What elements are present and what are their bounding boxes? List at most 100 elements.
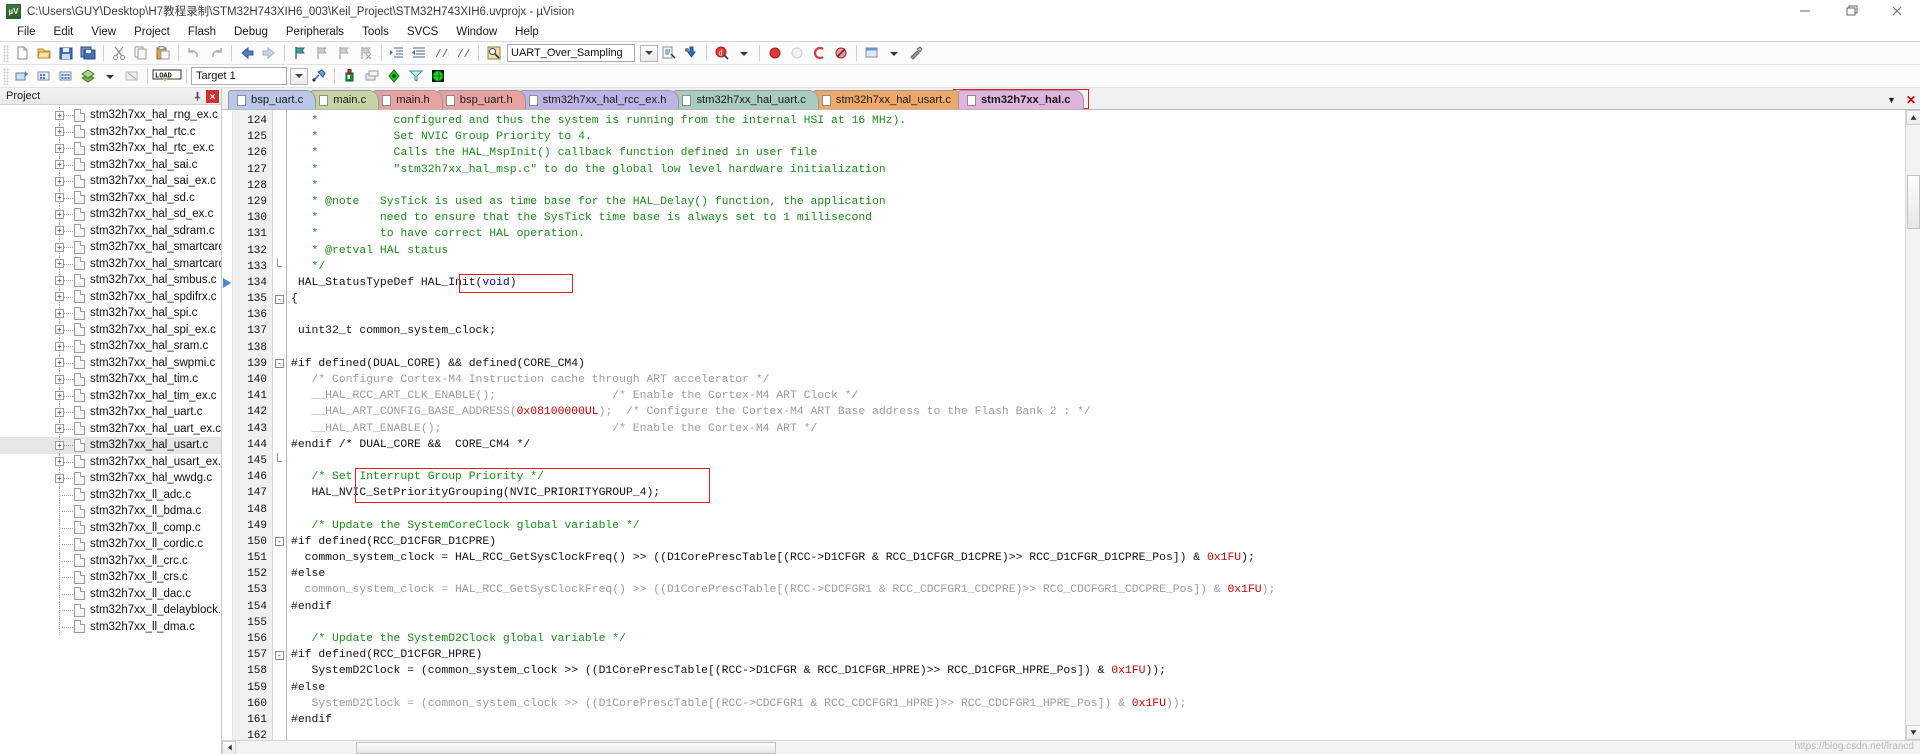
tab-close-icon[interactable]: ✕ [1906, 93, 1916, 107]
vertical-scrollbar[interactable] [1905, 110, 1920, 740]
code-line[interactable]: /* Configure Cortex-M4 Instruction cache… [291, 372, 1905, 388]
code-line[interactable]: __HAL_RCC_ART_CLK_ENABLE(); /* Enable th… [291, 388, 1905, 404]
code-line[interactable]: #if defined(DUAL_CORE) && defined(CORE_C… [291, 356, 1905, 372]
tree-item[interactable]: + stm32h7xx_hal_rtc_ex.c [0, 140, 221, 157]
uncomment-icon[interactable]: //≢ [452, 43, 474, 64]
undo-icon[interactable] [183, 43, 205, 64]
tree-item[interactable]: + stm32h7xx_hal_spdifrx.c [0, 288, 221, 305]
code-line[interactable]: __HAL_ART_ENABLE(); /* Enable the Cortex… [291, 421, 1905, 437]
code-line[interactable]: * need to ensure that the SysTick time b… [291, 210, 1905, 226]
window-layout-icon[interactable] [861, 43, 883, 64]
batch-build-icon[interactable] [77, 66, 99, 87]
code-line[interactable] [291, 615, 1905, 631]
disabled-breakpoint-icon[interactable] [786, 43, 808, 64]
fold-collapse-icon[interactable]: - [275, 650, 284, 660]
tree-expand-icon[interactable]: + [55, 341, 64, 351]
tree-expand-icon[interactable]: + [55, 457, 64, 467]
code-line[interactable] [291, 340, 1905, 356]
tree-expand-icon[interactable]: + [55, 259, 64, 269]
menu-debug[interactable]: Debug [225, 24, 277, 40]
new-file-icon[interactable] [11, 43, 33, 64]
tree-item[interactable]: + stm32h7xx_hal_smbus.c [0, 272, 221, 289]
code-line[interactable] [291, 502, 1905, 518]
menu-project[interactable]: Project [125, 24, 179, 40]
code-line[interactable]: * Calls the HAL_MspInit() callback funct… [291, 145, 1905, 161]
tree-expand-icon[interactable]: + [55, 242, 64, 252]
tree-item[interactable]: + stm32h7xx_hal_usart_ex.c [0, 453, 221, 470]
tree-expand-icon[interactable]: + [55, 209, 64, 219]
tree-expand-icon[interactable]: + [55, 176, 64, 186]
manage-project-items-icon[interactable] [308, 66, 330, 87]
tree-item[interactable]: stm32h7xx_ll_comp.c [0, 519, 221, 536]
tree-item[interactable]: stm32h7xx_ll_crs.c [0, 569, 221, 586]
tree-expand-icon[interactable]: + [55, 226, 64, 236]
bookmark-clear-icon[interactable] [355, 43, 377, 64]
code-line[interactable]: HAL_NVIC_SetPriorityGrouping(NVIC_PRIORI… [291, 485, 1905, 501]
code-line[interactable]: #endif [291, 599, 1905, 615]
code-line[interactable]: common_system_clock = HAL_RCC_GetSysCloc… [291, 582, 1905, 598]
tree-expand-icon[interactable]: + [55, 391, 64, 401]
fold-marker[interactable] [273, 258, 286, 275]
code-line[interactable]: HAL_StatusTypeDef HAL_Init(void) [291, 275, 1905, 291]
filter-icon[interactable] [405, 66, 427, 87]
horizontal-scroll-thumb[interactable] [356, 741, 776, 754]
breakpoint-gutter[interactable] [222, 110, 233, 740]
code-line[interactable]: * "stm32h7xx_hal_msp.c" to do the global… [291, 162, 1905, 178]
tree-item[interactable]: + stm32h7xx_hal_smartcard_ex [0, 255, 221, 272]
menu-flash[interactable]: Flash [179, 24, 225, 40]
code-line[interactable]: * configured and thus the system is runn… [291, 113, 1905, 129]
code-line[interactable]: */ [291, 259, 1905, 275]
tree-item[interactable]: stm32h7xx_ll_crc.c [0, 552, 221, 569]
fold-marker[interactable]: - [273, 534, 286, 550]
fold-gutter[interactable]: - - - - [273, 110, 286, 740]
menu-window[interactable]: Window [447, 24, 506, 40]
editor-tab[interactable]: stm32h7xx_hal_rcc_ex.h [519, 90, 680, 109]
tree-item[interactable]: + stm32h7xx_hal_spi_ex.c [0, 321, 221, 338]
save-icon[interactable] [55, 43, 77, 64]
tree-item[interactable]: stm32h7xx_ll_cordic.c [0, 536, 221, 553]
tree-item[interactable]: stm32h7xx_ll_bdma.c [0, 503, 221, 520]
maximize-button[interactable] [1828, 0, 1874, 22]
fold-marker[interactable]: - [273, 291, 286, 307]
scroll-down-button[interactable] [1905, 725, 1920, 740]
redo-icon[interactable] [205, 43, 227, 64]
translate-icon[interactable] [11, 66, 33, 87]
tree-expand-icon[interactable]: + [55, 424, 64, 434]
scroll-up-button[interactable] [1905, 110, 1920, 125]
menu-svcs[interactable]: SVCS [398, 24, 447, 40]
target-combo[interactable]: Target 1 [191, 67, 287, 85]
code-line[interactable]: #else [291, 566, 1905, 582]
debug-search-icon[interactable]: d [711, 43, 733, 64]
tree-item[interactable]: + stm32h7xx_hal_smartcard.c [0, 239, 221, 256]
outdent-icon[interactable] [408, 43, 430, 64]
code-line[interactable] [291, 307, 1905, 323]
code-line[interactable]: * @retval HAL status [291, 243, 1905, 259]
tree-item[interactable]: stm32h7xx_ll_dac.c [0, 585, 221, 602]
code-line[interactable]: /* Update the SystemD2Clock global varia… [291, 631, 1905, 647]
fold-marker[interactable]: - [273, 647, 286, 663]
tree-expand-icon[interactable]: + [55, 308, 64, 318]
tree-expand-icon[interactable]: + [55, 160, 64, 170]
vertical-scroll-thumb[interactable] [1906, 175, 1920, 229]
tree-expand-icon[interactable]: + [55, 110, 64, 120]
packs-icon[interactable] [361, 66, 383, 87]
menu-edit[interactable]: Edit [45, 24, 83, 40]
source-code-text[interactable]: * configured and thus the system is runn… [286, 110, 1905, 740]
layout-dropdown-arrow-icon[interactable] [883, 43, 905, 64]
editor-tab[interactable]: stm32h7xx_hal_usart.c [812, 90, 964, 109]
code-line[interactable]: /* Update the SystemCoreClock global var… [291, 518, 1905, 534]
target-combo-arrow-icon[interactable] [290, 67, 308, 85]
horizontal-scrollbar[interactable] [222, 740, 1920, 754]
tree-expand-icon[interactable]: + [55, 325, 64, 335]
code-line[interactable]: uint32_t common_system_clock; [291, 323, 1905, 339]
download-to-target-icon[interactable] [680, 43, 702, 64]
code-line[interactable]: SystemD2Clock = (common_system_clock >> … [291, 663, 1905, 679]
close-panel-icon[interactable] [206, 89, 219, 103]
tree-item[interactable]: + stm32h7xx_hal_rtc.c [0, 123, 221, 140]
stop-build-icon[interactable] [121, 66, 143, 87]
tree-item[interactable]: + stm32h7xx_hal_sram.c [0, 338, 221, 355]
navigate-forward-icon[interactable] [258, 43, 280, 64]
open-file-icon[interactable] [33, 43, 55, 64]
tree-expand-icon[interactable]: + [55, 143, 64, 153]
code-line[interactable]: { [291, 291, 1905, 307]
